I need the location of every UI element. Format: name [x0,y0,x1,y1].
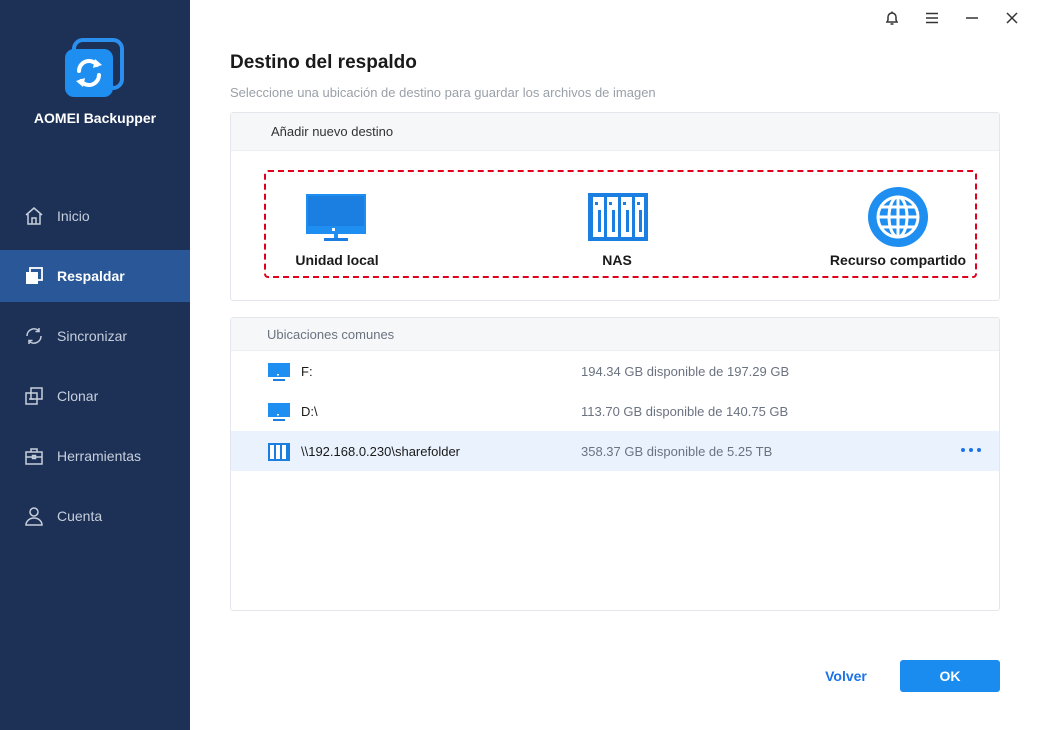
nas-label: NAS [602,252,632,268]
notifications-button[interactable] [872,8,912,32]
location-capacity: 113.70 GB disponible de 140.75 GB [581,403,789,419]
more-options-icon[interactable] [961,443,981,457]
user-icon [24,506,44,526]
sidebar-item-label: Herramientas [57,448,142,464]
sidebar-item-respaldar[interactable]: Respaldar [0,250,190,302]
aomei-logo-icon [62,38,126,102]
location-row-sharefolder[interactable]: \\192.168.0.230\sharefolder 358.37 GB di… [231,431,999,471]
location-row-f[interactable]: F: 194.34 GB disponible de 197.29 GB [231,351,999,391]
toolbox-icon [24,446,44,466]
drive-icon [267,362,291,382]
sidebar-item-label: Sincronizar [57,328,128,344]
destination-options: Unidad local NAS Recurso compartido [264,170,977,278]
sidebar-item-inicio[interactable]: Inicio [0,190,190,242]
network-share-label: Recurso compartido [829,252,967,268]
common-locations-panel: Ubicaciones comunes F: 194.34 GB disponi… [230,317,1000,611]
menu-icon [925,11,939,30]
location-capacity: 358.37 GB disponible de 5.25 TB [581,443,773,459]
sidebar-item-label: Clonar [57,388,99,404]
nas-option[interactable]: NAS [572,172,662,276]
sidebar-item-label: Inicio [57,208,90,224]
ok-button[interactable]: OK [900,660,1000,692]
location-name: F: [301,363,313,379]
home-icon [24,206,44,226]
close-icon [1005,11,1019,30]
globe-icon [867,186,929,253]
nas-icon [587,192,649,247]
add-destination-panel: Añadir nuevo destino Unidad local NAS Re… [230,112,1000,301]
backup-icon [24,266,44,286]
sidebar-item-herramientas[interactable]: Herramientas [0,430,190,482]
clone-icon [24,386,44,406]
sidebar-nav: Inicio Respaldar Sincronizar Clonar Herr… [0,190,190,550]
close-button[interactable] [992,8,1032,32]
sidebar-item-label: Cuenta [57,508,103,524]
drive-icon [267,402,291,422]
bell-icon [884,10,900,31]
monitor-icon [305,192,367,249]
app-name: AOMEI Backupper [33,110,157,126]
minimize-button[interactable] [952,8,992,32]
common-locations-heading: Ubicaciones comunes [231,318,999,351]
location-capacity: 194.34 GB disponible de 197.29 GB [581,363,790,379]
back-button[interactable]: Volver [806,660,886,692]
menu-button[interactable] [912,8,952,32]
sidebar-item-cuenta[interactable]: Cuenta [0,490,190,542]
location-name: \\192.168.0.230\sharefolder [301,443,461,459]
sync-icon [24,326,44,346]
add-destination-heading: Añadir nuevo destino [231,113,999,151]
page-subtitle: Seleccione una ubicación de destino para… [230,85,656,100]
page-title: Destino del respaldo [230,52,417,73]
nas-icon [267,442,291,462]
window-controls [872,8,1032,32]
sidebar-item-clonar[interactable]: Clonar [0,370,190,422]
local-drive-option[interactable]: Unidad local [292,172,382,276]
location-row-d[interactable]: D:\ 113.70 GB disponible de 140.75 GB [231,391,999,431]
local-drive-label: Unidad local [295,252,379,268]
sidebar-item-sincronizar[interactable]: Sincronizar [0,310,190,362]
sidebar-item-label: Respaldar [57,268,125,284]
sidebar: AOMEI Backupper Inicio Respaldar Sincron… [0,0,190,730]
minimize-icon [965,11,979,30]
network-share-option[interactable]: Recurso compartido [824,172,972,276]
location-name: D:\ [301,403,318,419]
